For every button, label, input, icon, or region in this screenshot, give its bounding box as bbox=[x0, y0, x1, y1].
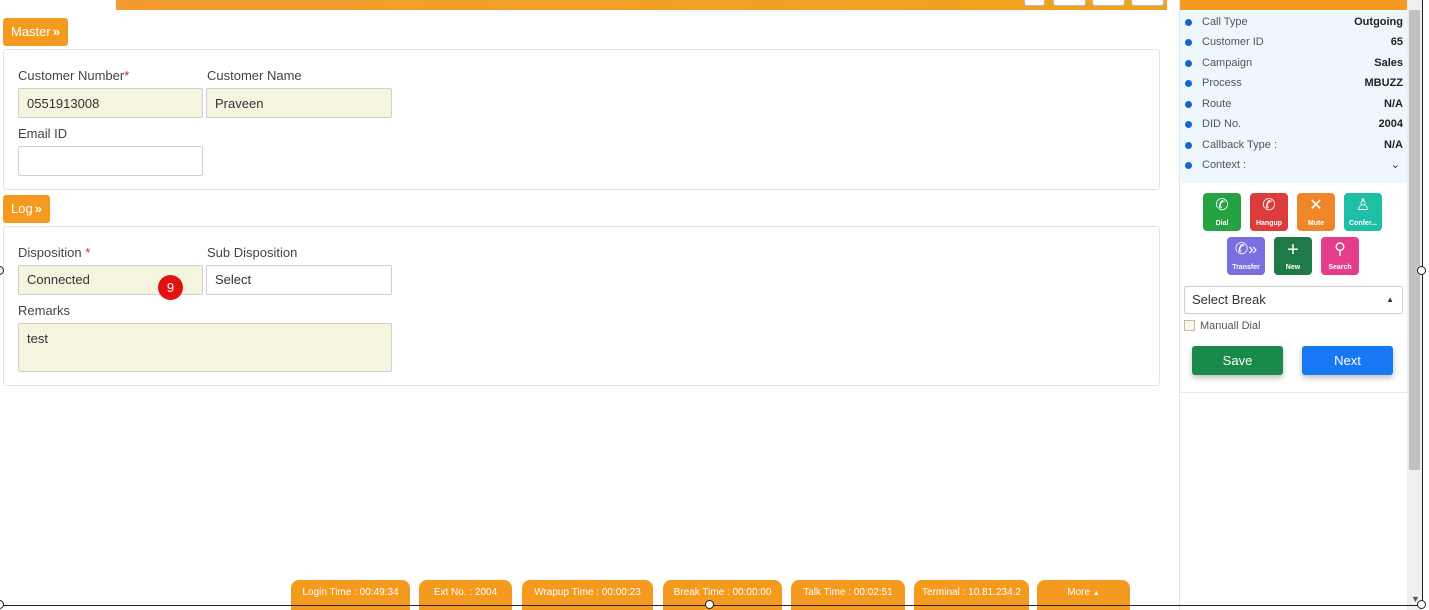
hangup-button[interactable]: ✆ Hangup bbox=[1250, 193, 1288, 231]
phone-icon: ✆ bbox=[1215, 197, 1229, 214]
customer-name-field[interactable] bbox=[206, 88, 392, 118]
sub-disposition-select[interactable]: Select bbox=[206, 265, 392, 295]
sidebar-header bbox=[1180, 0, 1408, 10]
info-row-customer-id: Customer ID 65 bbox=[1180, 33, 1408, 53]
vertical-scrollbar[interactable]: ▼ bbox=[1407, 0, 1422, 610]
divider bbox=[1180, 392, 1408, 393]
mic-off-icon: ✕ bbox=[1309, 197, 1323, 214]
manual-dial-checkbox[interactable]: Manuall Dial bbox=[1184, 320, 1261, 332]
phone-forward-icon: ✆» bbox=[1234, 241, 1258, 258]
checkbox-box[interactable] bbox=[1184, 320, 1195, 331]
info-row-route: Route N/A bbox=[1180, 95, 1408, 115]
search-icon: ⚲ bbox=[1334, 241, 1346, 258]
sub-disposition-label: Sub Disposition bbox=[207, 245, 298, 260]
resize-handle[interactable] bbox=[0, 600, 4, 609]
master-section-tag[interactable]: Master» bbox=[3, 18, 68, 46]
plus-icon: + bbox=[1287, 239, 1299, 261]
bullet-icon bbox=[1185, 142, 1192, 149]
next-button[interactable]: Next bbox=[1302, 346, 1393, 375]
active-tab[interactable] bbox=[0, 0, 116, 10]
search-button[interactable]: ⚲ Search bbox=[1321, 237, 1359, 275]
call-sidebar: Call Type Outgoing Customer ID 65 Campaign… bbox=[1179, 0, 1408, 610]
break-select[interactable]: Select Break ▲ bbox=[1184, 286, 1403, 314]
bullet-icon bbox=[1185, 19, 1192, 26]
email-label: Email ID bbox=[18, 126, 68, 141]
window-control[interactable] bbox=[1092, 0, 1125, 6]
double-chevron-right-icon: » bbox=[34, 201, 42, 216]
email-field[interactable] bbox=[18, 146, 203, 176]
resize-handle[interactable] bbox=[1417, 600, 1426, 609]
customer-number-field[interactable] bbox=[18, 88, 203, 118]
resize-handle[interactable] bbox=[1417, 266, 1426, 275]
window-control[interactable] bbox=[1053, 0, 1086, 6]
phone-off-icon: ✆ bbox=[1262, 197, 1276, 214]
bullet-icon bbox=[1185, 80, 1192, 87]
dial-button[interactable]: ✆ Dial bbox=[1203, 193, 1241, 231]
window-control[interactable] bbox=[1024, 0, 1045, 6]
caret-up-icon: ▲ bbox=[1092, 590, 1100, 597]
chevron-down-icon[interactable]: ⌄ bbox=[1391, 158, 1400, 171]
mute-button[interactable]: ✕ Mute bbox=[1297, 193, 1335, 231]
caret-up-icon: ▲ bbox=[1386, 295, 1394, 304]
save-button[interactable]: Save bbox=[1192, 346, 1283, 375]
master-section-label: Master bbox=[11, 24, 51, 39]
transfer-button[interactable]: ✆» Transfer bbox=[1227, 237, 1265, 275]
bullet-icon bbox=[1185, 162, 1192, 169]
new-button[interactable]: + New bbox=[1274, 237, 1312, 275]
top-tab-bar bbox=[0, 0, 1167, 10]
resize-handle[interactable] bbox=[705, 600, 714, 609]
conference-button[interactable]: ♙ Confer... bbox=[1344, 193, 1382, 231]
log-panel: Disposition * Connected Sub Disposition … bbox=[3, 226, 1160, 386]
remarks-textarea[interactable]: test bbox=[18, 323, 392, 372]
call-info-panel: Call Type Outgoing Customer ID 65 Campaign… bbox=[1180, 10, 1408, 183]
master-panel: Customer Number* Customer Name Email ID bbox=[3, 49, 1160, 190]
customer-name-label: Customer Name bbox=[207, 68, 302, 83]
log-section-tag[interactable]: Log» bbox=[3, 195, 50, 223]
double-chevron-right-icon: » bbox=[52, 24, 60, 39]
log-section-label: Log bbox=[11, 201, 33, 216]
info-row-campaign: Campaign Sales bbox=[1180, 54, 1408, 74]
disposition-label: Disposition * bbox=[18, 245, 91, 260]
customer-number-label: Customer Number* bbox=[18, 68, 130, 83]
bullet-icon bbox=[1185, 39, 1192, 46]
info-row-did-no: DID No. 2004 bbox=[1180, 115, 1408, 135]
info-row-callback-type: Callback Type : N/A bbox=[1180, 136, 1408, 156]
bullet-icon bbox=[1185, 60, 1192, 67]
annotation-badge-9: 9 bbox=[158, 275, 183, 300]
bullet-icon bbox=[1185, 101, 1192, 108]
bullet-icon bbox=[1185, 121, 1192, 128]
remarks-label: Remarks bbox=[18, 303, 71, 318]
scrollbar-thumb[interactable] bbox=[1409, 10, 1420, 470]
info-row-process: Process MBUZZ bbox=[1180, 74, 1408, 94]
window-control[interactable] bbox=[1131, 0, 1164, 6]
info-row-call-type: Call Type Outgoing bbox=[1180, 13, 1408, 33]
info-row-context[interactable]: Context : ⌄ bbox=[1180, 156, 1408, 176]
user-plus-icon: ♙ bbox=[1355, 197, 1371, 214]
selection-frame-right bbox=[1422, 0, 1423, 606]
